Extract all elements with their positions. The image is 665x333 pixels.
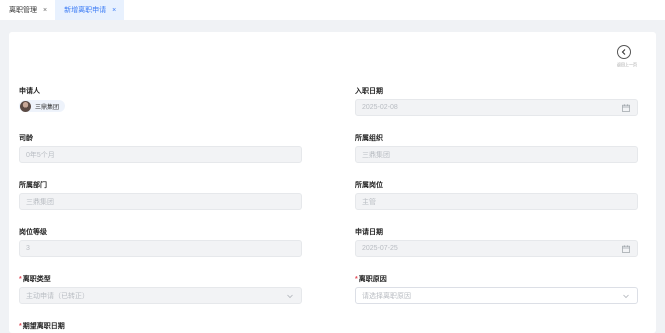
form-card: 返回上一页 申请人 三鼎集团 入职日期 2025-02-08 司龄 0年5个月 …: [9, 32, 656, 333]
org-field: 三鼎集团: [355, 146, 638, 163]
apply-date-label: 申请日期: [355, 229, 383, 236]
applicant-name: 三鼎集团: [35, 104, 60, 111]
level-label: 岗位等级: [19, 229, 47, 236]
apply-date-value: 2025-07-25: [362, 245, 398, 252]
applicant-label: 申请人: [19, 88, 40, 95]
calendar-icon: [621, 103, 631, 113]
tab-label: 离职管理: [9, 7, 37, 14]
position-value: 主管: [362, 198, 376, 206]
org-value: 三鼎集团: [362, 151, 390, 159]
tab-new-resignation-request[interactable]: 新增离职申请 ×: [55, 0, 125, 20]
entry-date-value: 2025-02-08: [362, 104, 398, 111]
entry-date-label: 入职日期: [355, 88, 383, 95]
entry-date-field: 2025-02-08: [355, 99, 638, 116]
expected-date-label-text: 期望离职日期: [22, 323, 65, 330]
level-value: 3: [26, 245, 30, 252]
resign-type-label: *离职类型: [19, 274, 51, 284]
chevron-down-icon[interactable]: [621, 291, 631, 301]
applicant-chip: 三鼎集团: [19, 100, 66, 112]
required-mark: *: [19, 323, 22, 330]
position-label: 所属岗位: [355, 182, 383, 189]
seniority-value: 0年5个月: [26, 151, 55, 159]
tab-label: 新增离职申请: [64, 7, 107, 14]
resign-type-value: 主动申请（已转正）: [26, 292, 89, 300]
apply-date-field: 2025-07-25: [355, 240, 638, 257]
tab-close-icon[interactable]: ×: [112, 7, 116, 14]
resign-reason-label: *离职原因: [355, 274, 387, 284]
tab-close-icon[interactable]: ×: [43, 7, 47, 14]
calendar-icon: [621, 244, 631, 254]
chevron-down-icon: [285, 291, 295, 301]
resign-reason-label-text: 离职原因: [358, 276, 387, 283]
resign-reason-select[interactable]: 请选择离职原因: [355, 287, 638, 304]
level-field: 3: [19, 240, 302, 257]
back-label: 返回上一页: [617, 62, 637, 67]
resign-type-select: 主动申请（已转正）: [19, 287, 302, 304]
tab-resignation-management[interactable]: 离职管理 ×: [0, 0, 55, 20]
seniority-label: 司龄: [19, 135, 33, 142]
chevron-left-icon: [621, 49, 626, 55]
dept-field: 三鼎集团: [19, 193, 302, 210]
dept-value: 三鼎集团: [26, 198, 54, 206]
dept-label: 所属部门: [19, 182, 47, 189]
position-field: 主管: [355, 193, 638, 210]
avatar: [20, 100, 31, 112]
tab-bar: 离职管理 × 新增离职申请 ×: [0, 0, 665, 20]
resign-type-label-text: 离职类型: [22, 276, 51, 283]
seniority-field: 0年5个月: [19, 146, 302, 163]
required-mark: *: [355, 276, 358, 283]
required-mark: *: [19, 276, 22, 283]
expected-date-label: *期望离职日期: [19, 321, 65, 331]
resign-reason-placeholder: 请选择离职原因: [362, 292, 411, 300]
org-label: 所属组织: [355, 135, 383, 142]
back-button[interactable]: [617, 45, 631, 59]
